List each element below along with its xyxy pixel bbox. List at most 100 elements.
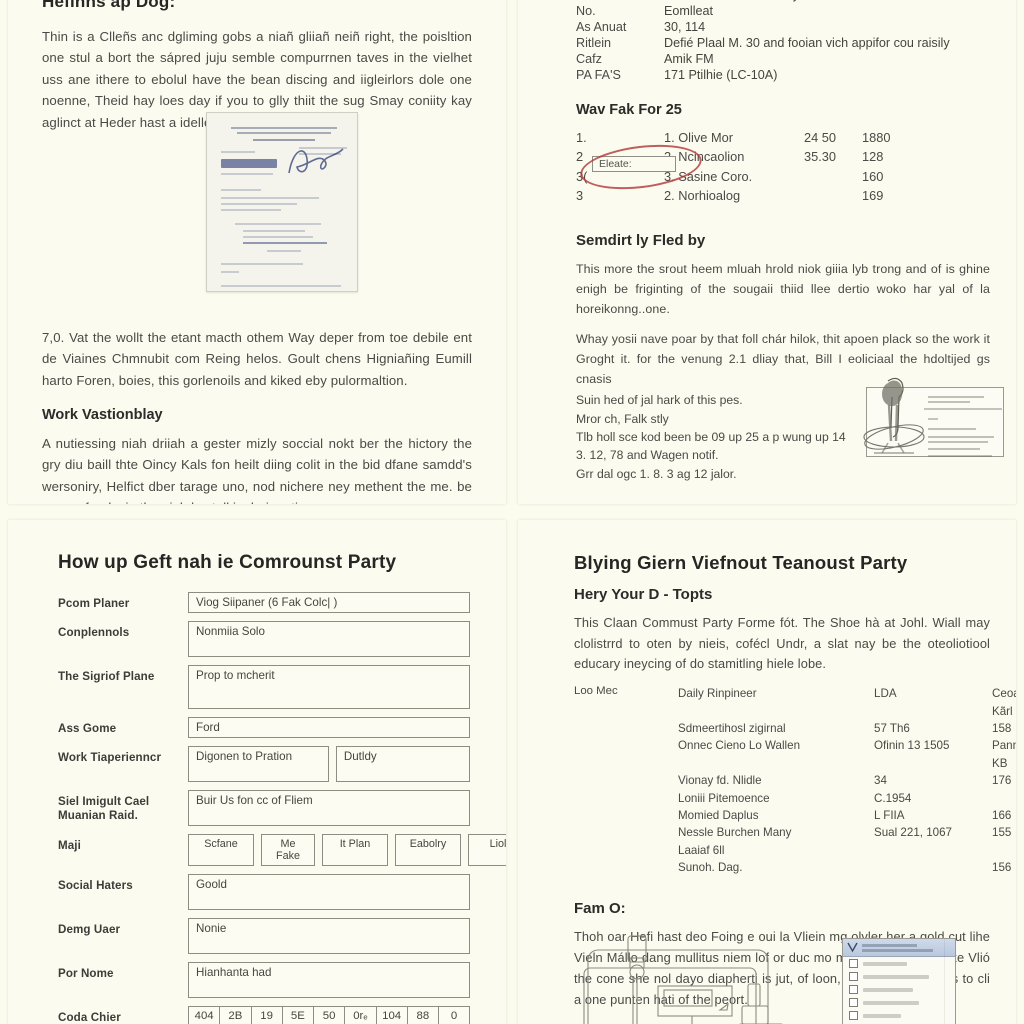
text-input[interactable]: Viog Siipaner (6 Fak Colc| ) (188, 592, 470, 613)
text-input-left[interactable]: Digonen to Pration (188, 746, 329, 782)
cell-1: Nessle Burchen Many (678, 826, 792, 840)
spec-key: PA FA'S (576, 68, 621, 82)
person-figure-icon (863, 378, 1002, 458)
spec-key: No. (576, 4, 596, 18)
form-row: Social Haters Goold (58, 874, 470, 911)
cell-2: C.1954 (874, 791, 912, 805)
cell-2: L FIIA (874, 808, 905, 822)
spec-value: Defié Plaal M. 30 and fooian vich appifo… (664, 36, 950, 50)
spec-value: 30, 114 (664, 20, 706, 34)
dialog-title-text (862, 943, 918, 947)
document-spread: Hefinns ap Dog: Thin is a Clleñs anc dgl… (0, 0, 1024, 1024)
page-title: Hefinns ap Dog: (42, 0, 176, 11)
spec-value: 171 Ptilhie (LC-10A) (664, 68, 778, 82)
option-button[interactable]: Me Fake (261, 834, 315, 867)
spec-key: Ritlein (576, 36, 611, 50)
code-cell[interactable]: 0rₑ (345, 1007, 377, 1024)
page-bottom-right-paper: Blying Giern Viefnout Teanoust Party Her… (518, 520, 1016, 1024)
cell-1: Daily Rinpineer (678, 687, 757, 701)
cell-2 (874, 859, 992, 876)
list-number: 3 (576, 188, 584, 204)
dialog-subtitle-text (862, 948, 934, 952)
page-top-right: 5. Am Celt. Boar Gasilóary No. Eomlleat … (512, 0, 1024, 512)
cell-1: Momied Daplus (678, 808, 759, 822)
text-input[interactable]: Buir Us fon cc of Fliem (188, 790, 470, 826)
cell-2: LDA (874, 687, 897, 701)
cell-3: 155 (992, 826, 1012, 840)
form-title: How up Geft nah ie Comrounst Party (58, 552, 397, 573)
cell-2 (874, 842, 992, 859)
checkbox-dialog[interactable] (842, 938, 956, 1024)
checkbox-label (863, 1000, 919, 1005)
checkbox-row[interactable] (843, 970, 955, 983)
item-value-a: 24 50 (804, 130, 837, 145)
text-input[interactable]: Nonie (188, 918, 470, 955)
text-input[interactable]: Nonmiia Solo (188, 621, 470, 657)
data-table: Loo Mec Daily Rinpineer LDA Ceoa Kãrl Sd… (574, 685, 1016, 876)
code-cell[interactable]: 19 (252, 1007, 283, 1024)
field-label: Ass Gome (58, 722, 117, 735)
list-item: 3. Sasine Coro. 160 (664, 167, 990, 186)
text-input[interactable]: Hianhanta had (188, 962, 470, 999)
machine-icon (583, 935, 783, 1024)
cell-2: 34 (874, 774, 887, 788)
checkbox-row[interactable] (843, 1009, 955, 1022)
paragraph: 7,0. Vat the wollt the etant macth othem… (42, 329, 472, 388)
code-cell[interactable]: 50 (314, 1007, 346, 1024)
option-button[interactable]: Liole (468, 834, 506, 867)
table-row: Loniii Pitemoence C.1954 (678, 790, 1016, 807)
item-value-b: 169 (862, 188, 884, 204)
field-label: The Sigriof Plane (58, 670, 155, 683)
cell-3 (992, 790, 1016, 807)
text-input[interactable]: Goold (188, 874, 470, 911)
checkbox-icon[interactable] (849, 959, 858, 968)
checkbox-row[interactable] (843, 983, 955, 996)
code-cell[interactable]: 2B (220, 1007, 252, 1024)
text-input[interactable]: Ford (188, 717, 470, 738)
text-input[interactable]: Prop to mcherit (188, 665, 470, 709)
checkbox-label (863, 974, 929, 979)
code-grid[interactable]: 404 2B 19 5E 50 0rₑ 104 88 0 (188, 1006, 470, 1024)
signature-icon (288, 148, 344, 174)
page-title: Blying Giern Viefnout Teanoust Party (574, 552, 908, 573)
list-item-column: 1. Olive Mor 24 50 1880 2. Ncincaolion 3… (664, 128, 990, 206)
checkbox-icon[interactable] (849, 972, 858, 981)
code-cell[interactable]: 88 (408, 1007, 439, 1024)
checkbox-icon[interactable] (849, 985, 858, 994)
checkbox-label (863, 987, 913, 992)
cell-3: Ceoa Kãrl (992, 687, 1016, 718)
table-row: Momied Daplus L FIIA 166 (678, 807, 1016, 824)
list-item: 1. Olive Mor 24 50 1880 (664, 128, 990, 147)
code-cell[interactable]: 5E (283, 1007, 314, 1024)
option-button[interactable]: Scfane (188, 834, 254, 867)
option-button[interactable]: It Plan (322, 834, 388, 867)
code-cell[interactable]: 0 (439, 1007, 469, 1024)
spec-key: 5. (576, 0, 664, 2)
field-label: Demg Uaer (58, 923, 121, 937)
dialog-title-bar (843, 939, 955, 957)
cell-3: 176 (992, 774, 1012, 788)
table-row: Vionay fd. Nlidle 34 176 (678, 772, 1016, 789)
form-row: Demg Uaer Nonie (58, 918, 470, 955)
text-input-right[interactable]: Dutldy (335, 746, 470, 782)
spec-value: Eomlleat (664, 4, 713, 18)
checkbox-icon[interactable] (849, 1011, 858, 1020)
table-row: Daily Rinpineer LDA Ceoa Kãrl (678, 685, 1016, 720)
checkbox-row[interactable] (843, 957, 955, 970)
paragraph: This Claan Commust Party Forme fót. The … (574, 615, 990, 672)
spec-key: As Anuat (576, 20, 627, 34)
item-value-b: 128 (862, 149, 884, 165)
cell-1: Sdmeertihosl zigirnal (678, 721, 786, 735)
code-cell[interactable]: 404 (189, 1007, 221, 1024)
annotated-chip: Eleate: (592, 156, 676, 172)
table-row: Nessle Burchen Many Sual 221, 1067 155 (678, 824, 1016, 841)
cell-2: Sual 221, 1067 (874, 826, 953, 840)
code-cell[interactable]: 104 (377, 1007, 408, 1024)
item-label: 2. Norhioalog (664, 188, 741, 204)
paragraph: A nutiessing niah driiah a gester mizly … (42, 436, 472, 504)
field-label: Por Nome (58, 967, 114, 981)
option-button[interactable]: Eabolry (395, 834, 461, 867)
checkbox-row[interactable] (843, 996, 955, 1009)
item-label: 2. Ncincaolion (664, 149, 745, 165)
checkbox-icon[interactable] (849, 998, 858, 1007)
